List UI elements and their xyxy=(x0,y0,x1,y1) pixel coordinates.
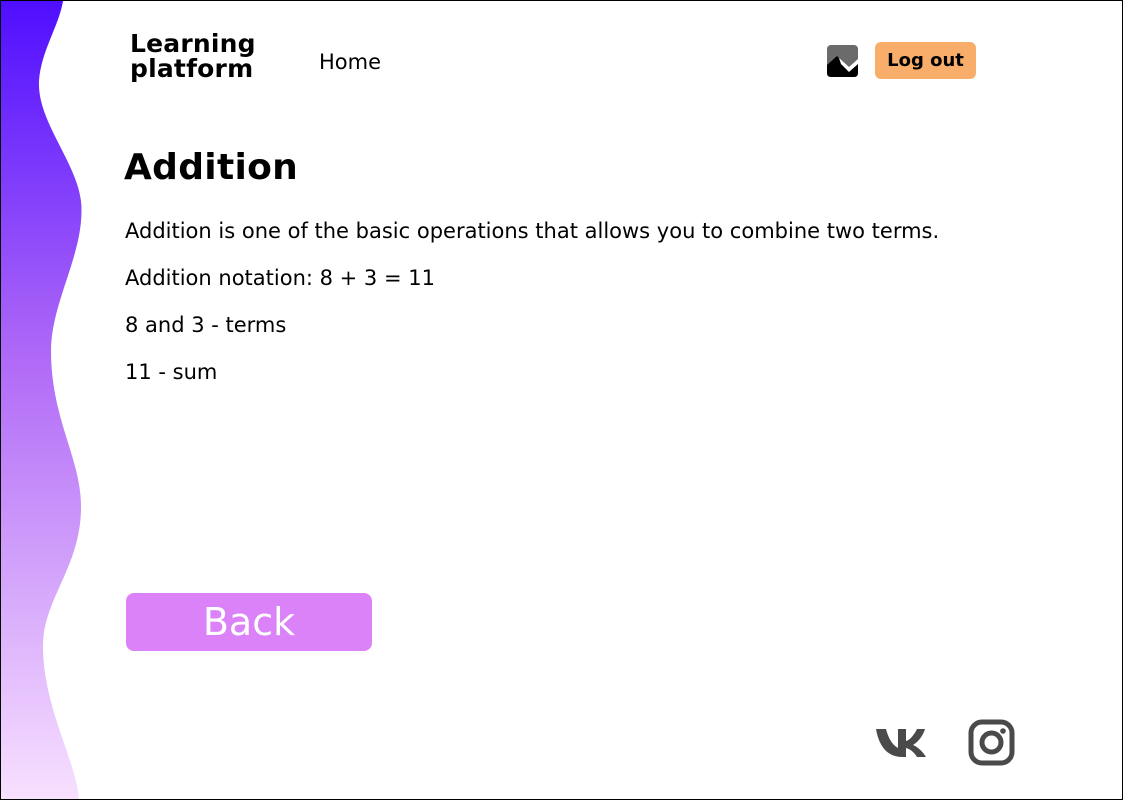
avatar-image-icon[interactable] xyxy=(827,45,858,77)
side-gradient-wave xyxy=(1,1,82,799)
logout-button[interactable]: Log out xyxy=(875,42,976,79)
nav-home-link[interactable]: Home xyxy=(319,50,381,74)
logo[interactable]: Learning platform xyxy=(130,31,256,81)
logo-line-1: Learning xyxy=(130,29,256,58)
lesson-paragraph: Addition is one of the basic operations … xyxy=(125,219,940,290)
lesson-paragraph: 11 - sum xyxy=(125,360,218,384)
back-button[interactable]: Back xyxy=(126,593,372,651)
lesson-content: Addition is one of the basic operations … xyxy=(125,208,985,396)
vk-icon[interactable] xyxy=(874,723,928,761)
instagram-icon[interactable] xyxy=(968,719,1015,766)
page-title: Addition xyxy=(124,147,299,188)
app-window: Learning platform Home Log out Addition … xyxy=(0,0,1123,800)
logo-line-2: platform xyxy=(130,54,254,83)
lesson-paragraph: 8 and 3 - terms xyxy=(125,313,287,337)
